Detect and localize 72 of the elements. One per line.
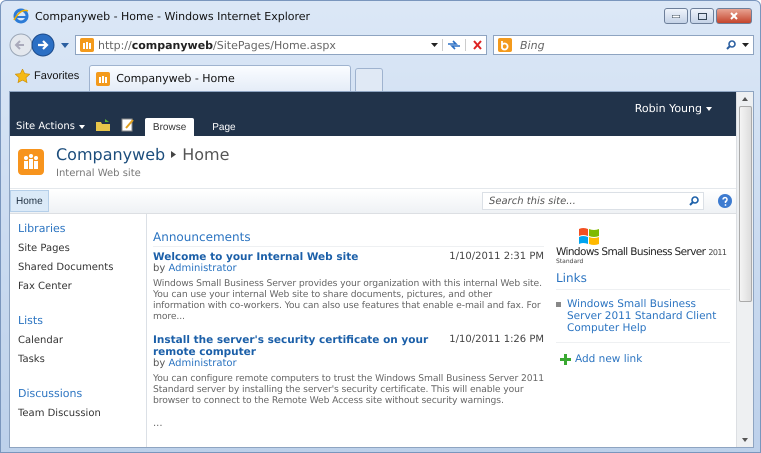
announcement-body: Windows Small Business Server provides your organization with this internal Web site. You can use your internal Web site to share documents, pictures, and other information with co-workers. You can also use features that enable e-mail and fax. For more... bbox=[153, 278, 543, 322]
url-text: http://companyweb/SitePages/Home.aspx bbox=[98, 38, 337, 52]
site-actions-menu[interactable]: Site Actions bbox=[16, 121, 85, 136]
window-title: Companyweb - Home - Windows Internet Explorer bbox=[35, 10, 312, 22]
search-field[interactable]: Bing bbox=[493, 35, 754, 55]
forward-button[interactable] bbox=[31, 33, 55, 57]
nav-link[interactable]: Calendar bbox=[18, 335, 146, 346]
author-line: by Administrator bbox=[153, 358, 238, 370]
product-version: 2011 bbox=[708, 248, 726, 257]
add-link[interactable]: Add new link bbox=[575, 353, 642, 365]
nav-link[interactable]: Team Discussion bbox=[18, 408, 146, 419]
maximize-icon bbox=[698, 12, 706, 20]
section-heading[interactable]: Links bbox=[556, 271, 730, 290]
edit-icon[interactable] bbox=[120, 118, 135, 132]
close-button[interactable] bbox=[716, 8, 752, 24]
page-title: Home bbox=[182, 145, 230, 164]
site-search-field[interactable]: Search this site... bbox=[482, 192, 704, 210]
address-field[interactable]: http://companyweb/SitePages/Home.aspx bbox=[75, 35, 487, 55]
caret-icon[interactable] bbox=[742, 43, 749, 47]
nav-link[interactable]: Site Pages bbox=[18, 243, 146, 254]
scrollbar[interactable] bbox=[736, 92, 753, 447]
search-provider-icon bbox=[498, 38, 512, 52]
folder-icon[interactable] bbox=[94, 118, 111, 132]
nav-heading[interactable]: Lists bbox=[18, 314, 146, 327]
nav-link[interactable]: Tasks bbox=[18, 354, 146, 365]
author-link[interactable]: Administrator bbox=[168, 263, 237, 274]
caret-icon bbox=[706, 106, 712, 110]
stop-icon[interactable] bbox=[465, 39, 482, 51]
scroll-thumb[interactable] bbox=[738, 106, 752, 302]
caret-icon bbox=[78, 124, 85, 128]
favorites-button[interactable]: Favorites bbox=[9, 63, 86, 89]
browser-tab[interactable]: Companyweb - Home bbox=[89, 65, 352, 91]
caret-icon[interactable] bbox=[431, 43, 438, 47]
ribbon-tab[interactable]: Page bbox=[204, 118, 244, 136]
maximize-button[interactable] bbox=[690, 8, 714, 24]
product-name: Windows Small Business Server bbox=[556, 246, 706, 258]
close-icon bbox=[730, 12, 738, 20]
nav-link[interactable]: Fax Center bbox=[18, 281, 146, 292]
search-icon[interactable] bbox=[726, 40, 736, 50]
minimize-icon bbox=[672, 14, 680, 18]
announcement-title[interactable]: Install the server's security certificate on your remote computer bbox=[153, 334, 433, 358]
refresh-icon[interactable] bbox=[442, 39, 461, 51]
nav-heading[interactable]: Libraries bbox=[18, 222, 146, 235]
announcement-title[interactable]: Welcome to your Internal Web site bbox=[153, 251, 433, 263]
search-input[interactable]: Bing bbox=[518, 38, 720, 52]
star-icon bbox=[15, 69, 30, 83]
site-icon bbox=[80, 38, 94, 52]
nav-heading[interactable]: Discussions bbox=[18, 387, 146, 400]
breadcrumb-arrow-icon bbox=[171, 151, 176, 158]
user-menu[interactable]: Robin Young bbox=[634, 92, 736, 115]
minimize-button[interactable] bbox=[664, 8, 688, 24]
nav-link[interactable]: Shared Documents bbox=[18, 262, 146, 273]
announcement-body: You can configure remote computers to trust the Windows Small Business Server 2011 Standard server by installing the server's security certificate. This will enable your browser to connect to the Remote Web Access site without security warnings. bbox=[153, 373, 544, 406]
windows-flag-icon bbox=[578, 226, 600, 246]
link[interactable]: Windows Small Business Server 2011 Standard Client Computer Help bbox=[567, 298, 730, 334]
ribbon-tab[interactable]: Browse bbox=[144, 118, 194, 136]
author-link[interactable]: Administrator bbox=[168, 358, 237, 370]
search-icon[interactable] bbox=[689, 196, 699, 206]
help-icon[interactable] bbox=[718, 194, 732, 208]
site-title[interactable]: Companyweb bbox=[56, 145, 166, 164]
bullet-icon bbox=[556, 302, 561, 307]
browser-logo-icon bbox=[13, 8, 29, 24]
top-nav-tab[interactable]: Home bbox=[10, 190, 49, 212]
site-logo-icon bbox=[18, 149, 44, 175]
announcement-date: 1/10/2011 2:31 PM bbox=[449, 251, 544, 263]
section-heading[interactable]: Announcements bbox=[153, 230, 544, 247]
site-description: Internal Web site bbox=[56, 168, 142, 179]
more-indicator[interactable]: ... bbox=[153, 418, 544, 430]
author-line: by Administrator bbox=[153, 263, 238, 274]
site-icon bbox=[96, 72, 110, 86]
announcement-date: 1/10/2011 1:26 PM bbox=[449, 334, 544, 348]
plus-icon bbox=[560, 354, 571, 364]
